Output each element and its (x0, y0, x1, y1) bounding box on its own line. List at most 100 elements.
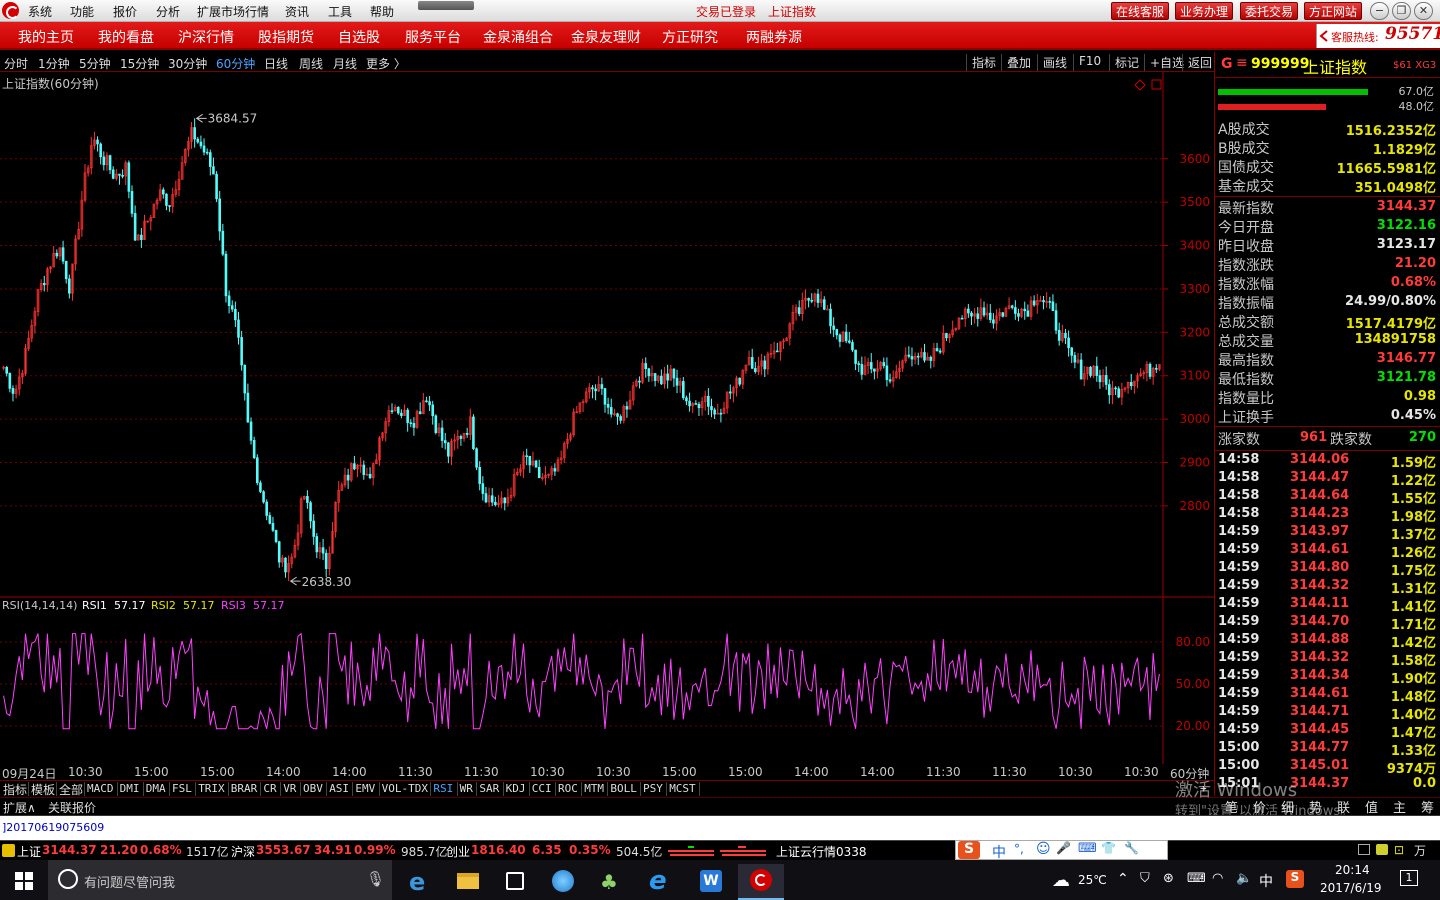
indicator-tab-指标[interactable]: 指标 (3, 781, 27, 798)
period-5m[interactable]: 5分钟 (79, 55, 111, 72)
weather-temp[interactable]: 25℃ (1078, 873, 1107, 887)
tray-wan-icon[interactable]: 万 (1414, 842, 1426, 859)
nav-sh-sz-quotes[interactable]: 沪深行情 (178, 27, 234, 47)
related-quote-button[interactable]: 关联报价 (48, 799, 96, 816)
nav-home[interactable]: 我的主页 (18, 27, 74, 47)
trade-button[interactable]: 委托交易 (1240, 2, 1299, 20)
panel-tab[interactable]: 值 (1365, 797, 1378, 816)
ime-chinese-mode[interactable]: 中 (992, 842, 1006, 862)
windows-start-icon[interactable] (15, 872, 33, 890)
diamond-icon[interactable] (1134, 79, 1146, 91)
indicator-tab-asi[interactable]: ASI (329, 782, 349, 795)
tool-overlay[interactable]: 叠加 (1001, 54, 1036, 71)
menu-analysis[interactable]: 分析 (156, 3, 180, 20)
period-60m[interactable]: 60分钟 (216, 55, 255, 72)
ime-emoji-icon[interactable]: ☺ (1036, 841, 1051, 857)
period-1m[interactable]: 1分钟 (38, 55, 70, 72)
menu-news[interactable]: 资讯 (285, 3, 309, 20)
maximize-pane-icon[interactable] (1151, 79, 1162, 90)
ime-tools-icon[interactable]: 🔧 (1124, 841, 1139, 855)
period-day[interactable]: 日线 (264, 55, 288, 72)
nav-watchlist[interactable]: 自选股 (338, 27, 380, 47)
keyboard-icon[interactable]: ⌨ (1187, 871, 1206, 886)
indicator-tab-kdj[interactable]: KDJ (506, 782, 526, 795)
indicator-tab-macd[interactable]: MACD (87, 782, 114, 795)
indicator-tab-trix[interactable]: TRIX (198, 782, 225, 795)
indicator-tab-psy[interactable]: PSY (643, 782, 663, 795)
wps-app-icon[interactable]: W (688, 864, 734, 900)
nav-wealth[interactable]: 金泉友理财 (571, 27, 641, 47)
indicator-tab-模板[interactable]: 模板 (31, 781, 55, 798)
tool-mark[interactable]: 标记 (1109, 54, 1144, 71)
expand-button[interactable]: 扩展∧ (3, 799, 36, 816)
indicator-tab-全部[interactable]: 全部 (59, 781, 83, 798)
cloud-quote-label[interactable]: 上证云行情0338 (776, 843, 867, 860)
website-button[interactable]: 方正网站 (1304, 2, 1363, 20)
clock-date[interactable]: 2017/6/19 (1320, 881, 1382, 895)
clock-time[interactable]: 20:14 (1335, 863, 1370, 877)
menu-system[interactable]: 系统 (28, 3, 52, 20)
indicator-tab-dma[interactable]: DMA (146, 782, 166, 795)
indicator-tab-dmi[interactable]: DMI (120, 782, 140, 795)
nav-research[interactable]: 方正研究 (662, 27, 718, 47)
tray-lock-icon[interactable]: ⊡ (1394, 843, 1404, 857)
hamburger-icon[interactable]: ≡ (1236, 55, 1248, 71)
ime-keyboard-icon[interactable]: ⌨ (1078, 841, 1097, 856)
store-app-icon[interactable] (492, 864, 538, 900)
tool-f10[interactable]: F10 (1073, 54, 1106, 71)
nav-index-futures[interactable]: 股指期货 (258, 27, 314, 47)
nav-service-platform[interactable]: 服务平台 (405, 27, 461, 47)
indicator-tab-mtm[interactable]: MTM (584, 782, 604, 795)
ime-skin-icon[interactable]: 👕 (1101, 841, 1116, 855)
ie-app-icon[interactable]: e (636, 864, 682, 900)
indicator-tab-roc[interactable]: ROC (558, 782, 578, 795)
indicator-tab-emv[interactable]: EMV (355, 782, 375, 795)
note-icon[interactable] (1376, 844, 1388, 855)
minimize-button[interactable]: − (1370, 2, 1389, 20)
nav-portfolio[interactable]: 金泉涌组合 (483, 27, 553, 47)
period-week[interactable]: 周线 (299, 55, 323, 72)
menu-ext-market[interactable]: 扩展市场行情 (197, 3, 269, 20)
tool-draw[interactable]: 画线 (1037, 54, 1072, 71)
indicator-tab-wr[interactable]: WR (460, 782, 473, 795)
window-drag-grip[interactable] (418, 1, 474, 10)
restore-button[interactable]: ❐ (1392, 2, 1411, 20)
period-more[interactable]: 更多 〉 (366, 55, 406, 72)
tray-app-icon[interactable]: ⊛ (1163, 871, 1174, 886)
panel-tab[interactable]: 主 (1393, 797, 1406, 816)
period-30m[interactable]: 30分钟 (168, 55, 207, 72)
close-button[interactable]: ✕ (1414, 2, 1433, 20)
message-text[interactable]: ]20170619075609 (2, 821, 104, 834)
ime-voice-icon[interactable]: 🎤 (1056, 841, 1071, 855)
panel-tab[interactable]: 筹 (1421, 797, 1434, 816)
kline-chart[interactable]: 3600 3500 3400 3300 3200 3100 3000 2900 2800 80.0… (0, 72, 1214, 764)
indicator-tab-cci[interactable]: CCI (532, 782, 552, 795)
indicator-tab-sar[interactable]: SAR (479, 782, 499, 795)
nav-margin-source[interactable]: 两融券源 (746, 27, 802, 47)
period-month[interactable]: 月线 (333, 55, 357, 72)
indicator-tab-vr[interactable]: VR (283, 782, 296, 795)
period-15m[interactable]: 15分钟 (120, 55, 159, 72)
sogou-tray-icon[interactable]: S (1286, 870, 1304, 888)
online-service-button[interactable]: 在线客服 (1111, 2, 1170, 20)
indicator-tab-boll[interactable]: BOLL (610, 782, 637, 795)
security-shield-icon[interactable]: ⛉ (1140, 871, 1150, 886)
menu-function[interactable]: 功能 (70, 3, 94, 20)
period-timeshare[interactable]: 分时 (4, 55, 28, 72)
menu-help[interactable]: 帮助 (370, 3, 394, 20)
tool-back[interactable]: 返回 (1182, 54, 1217, 71)
tray-expand-icon[interactable]: ⌃ (1117, 871, 1129, 887)
wifi-icon[interactable]: ◠ (1212, 871, 1223, 886)
volume-icon[interactable]: 🔈 (1236, 871, 1252, 886)
network-app-icon[interactable]: ♣ (588, 864, 634, 900)
microphone-icon[interactable]: 🎙 (366, 870, 385, 888)
notification-icon[interactable]: 1 (1400, 870, 1418, 886)
explorer-app-icon[interactable] (444, 864, 490, 900)
menu-quote[interactable]: 报价 (113, 3, 137, 20)
edge-app-icon[interactable]: e (396, 864, 442, 900)
window-icon[interactable] (1358, 844, 1370, 855)
menu-tools[interactable]: 工具 (328, 3, 352, 20)
indicator-tab-vol-tdx[interactable]: VOL-TDX (382, 782, 428, 795)
ime-punct[interactable]: °, (1014, 842, 1024, 856)
indicator-tab-fsl[interactable]: FSL (172, 782, 192, 795)
